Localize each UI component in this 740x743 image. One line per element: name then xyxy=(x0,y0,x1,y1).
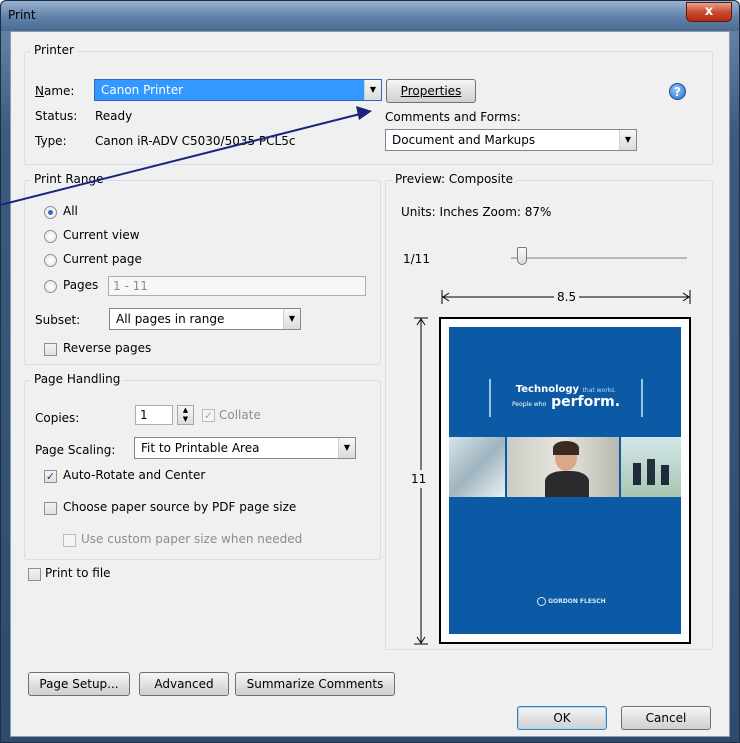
annotation-arrow xyxy=(0,106,372,206)
